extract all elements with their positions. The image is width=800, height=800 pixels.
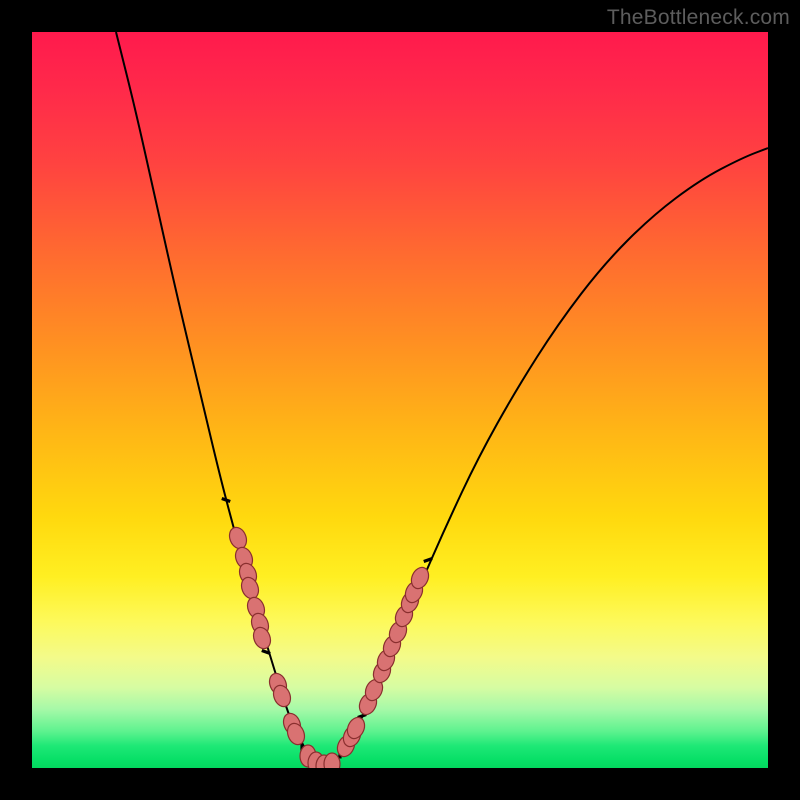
marker-clusters [226,525,431,768]
curve-group [116,32,768,767]
marker-dot [324,753,340,768]
chart-frame: TheBottleneck.com [0,0,800,800]
chart-svg [32,32,768,768]
watermark-text: TheBottleneck.com [607,6,790,30]
curve-left-branch [116,32,312,761]
curve-right-branch [334,148,768,763]
marker-dot [226,525,249,551]
plot-area [32,32,768,768]
tick-mark [222,498,230,501]
